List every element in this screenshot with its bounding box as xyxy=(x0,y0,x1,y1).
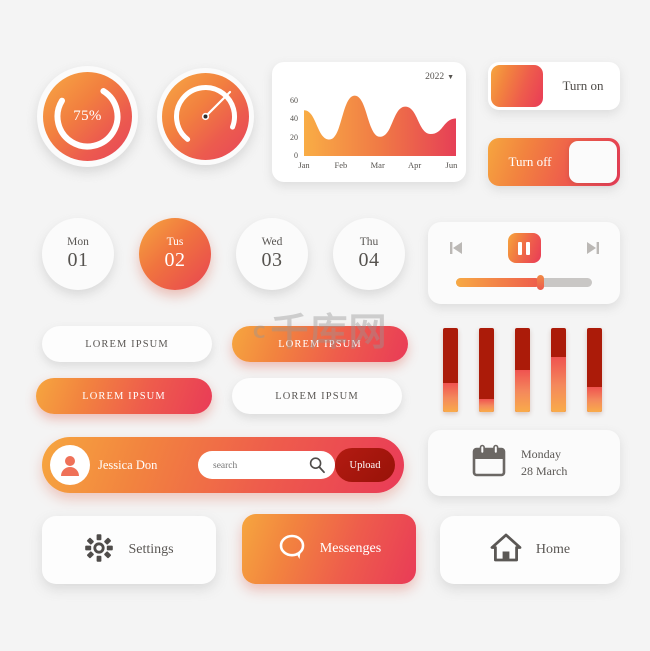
chart-x-tick: Mar xyxy=(370,160,385,170)
chat-bubble-icon xyxy=(277,532,307,567)
chart-y-tick: 60 xyxy=(290,96,298,106)
messenges-button[interactable]: Messenges xyxy=(242,514,416,584)
vertical-bar-fill xyxy=(551,356,566,412)
chart-y-tick: 0 xyxy=(294,151,298,160)
day-card-tus[interactable]: Tus 02 xyxy=(139,218,211,290)
vertical-bar[interactable] xyxy=(551,328,566,412)
calendar-date: 28 March xyxy=(521,464,568,478)
day-card-thu[interactable]: Thu 04 xyxy=(333,218,405,290)
progress-ring-value: 75% xyxy=(73,108,102,124)
upload-button[interactable]: Upload xyxy=(335,448,395,482)
calendar-text: Monday 28 March xyxy=(521,446,567,481)
gear-icon xyxy=(84,533,114,568)
vertical-bar[interactable] xyxy=(479,328,494,412)
toggle-turn-off-knob[interactable] xyxy=(569,141,617,183)
day-name: Thu xyxy=(359,236,379,248)
gauge-arc-and-needle xyxy=(174,85,238,148)
media-player xyxy=(428,222,620,304)
vertical-bar-fill xyxy=(479,399,494,412)
settings-label: Settings xyxy=(128,542,174,557)
day-number: 01 xyxy=(67,249,89,271)
toggle-turn-off-label: Turn off xyxy=(508,154,552,169)
media-progress-thumb[interactable] xyxy=(537,275,545,290)
vertical-bar[interactable] xyxy=(515,328,530,412)
messenges-label: Messenges xyxy=(319,541,382,556)
calendar-card[interactable]: Monday 28 March xyxy=(428,430,620,496)
vertical-bar-fill xyxy=(587,386,602,412)
toggle-turn-off[interactable]: Turn off xyxy=(488,138,620,186)
skip-next-icon[interactable] xyxy=(584,239,602,257)
lorem-button-3[interactable]: LOREM IPSUM xyxy=(36,378,212,414)
toggle-turn-on-knob[interactable] xyxy=(491,65,543,107)
day-name: Wed xyxy=(261,236,283,248)
search-box[interactable] xyxy=(198,451,335,481)
toggle-turn-on-label: Turn on xyxy=(562,78,604,93)
user-search-bar: Jessica Don Upload xyxy=(42,437,404,493)
year-selector[interactable]: 2022 ▼ xyxy=(425,72,454,82)
day-card-mon[interactable]: Mon 01 xyxy=(42,218,114,290)
vertical-bar-fill xyxy=(515,370,530,412)
vertical-bar[interactable] xyxy=(443,328,458,412)
magnifier-icon[interactable] xyxy=(308,456,326,474)
chart-x-tick: Jun xyxy=(445,160,458,170)
media-progress-slider[interactable] xyxy=(456,275,592,290)
chart-x-tick: Feb xyxy=(334,160,348,170)
vertical-bar-chart xyxy=(443,328,613,412)
day-number: 03 xyxy=(261,249,283,271)
settings-button[interactable]: Settings xyxy=(42,516,216,584)
home-button[interactable]: Home xyxy=(440,516,620,584)
chart-x-tick: Jan xyxy=(298,160,310,170)
media-player-controls xyxy=(428,230,620,266)
media-progress-fill xyxy=(456,278,541,287)
lorem-button-4[interactable]: LOREM IPSUM xyxy=(232,378,402,414)
calendar-icon xyxy=(471,443,507,484)
user-name: Jessica Don xyxy=(98,457,158,472)
chevron-down-icon: ▼ xyxy=(447,72,454,81)
chart-x-tick: Apr xyxy=(407,160,422,170)
day-name: Mon xyxy=(67,236,89,248)
lorem-button-1[interactable]: LOREM IPSUM xyxy=(42,326,212,362)
toggle-turn-on[interactable]: Turn on xyxy=(488,62,620,110)
progress-ring: 75% xyxy=(37,66,138,167)
area-chart-card: 2022 ▼ 0 20 40 60 Jan Feb Mar Apr Jun xyxy=(272,62,466,182)
skip-previous-icon[interactable] xyxy=(447,239,465,257)
chart-y-tick: 20 xyxy=(290,132,298,142)
vertical-bar[interactable] xyxy=(587,328,602,412)
calendar-weekday: Monday xyxy=(521,446,561,461)
lorem-button-2[interactable]: LOREM IPSUM xyxy=(232,326,408,362)
day-number: 04 xyxy=(358,249,380,271)
avatar[interactable] xyxy=(50,445,90,485)
gauge-dial xyxy=(157,68,254,165)
day-card-wed[interactable]: Wed 03 xyxy=(236,218,308,290)
home-label: Home xyxy=(535,542,571,557)
day-number: 02 xyxy=(164,249,186,271)
vertical-bar-fill xyxy=(443,382,458,412)
user-avatar-icon xyxy=(61,456,79,476)
year-selector-label: 2022 xyxy=(425,72,445,82)
search-input[interactable] xyxy=(211,451,307,481)
ui-kit-canvas: 75% 2022 ▼ 0 20 40 60 Jan Feb Mar Apr Ju… xyxy=(0,0,650,651)
chart-plot-area: 0 20 40 60 Jan Feb Mar Apr Jun xyxy=(282,88,458,174)
house-icon xyxy=(490,532,522,569)
pause-icon[interactable] xyxy=(507,233,541,263)
chart-y-tick: 40 xyxy=(290,114,298,124)
day-name: Tus xyxy=(166,236,184,248)
